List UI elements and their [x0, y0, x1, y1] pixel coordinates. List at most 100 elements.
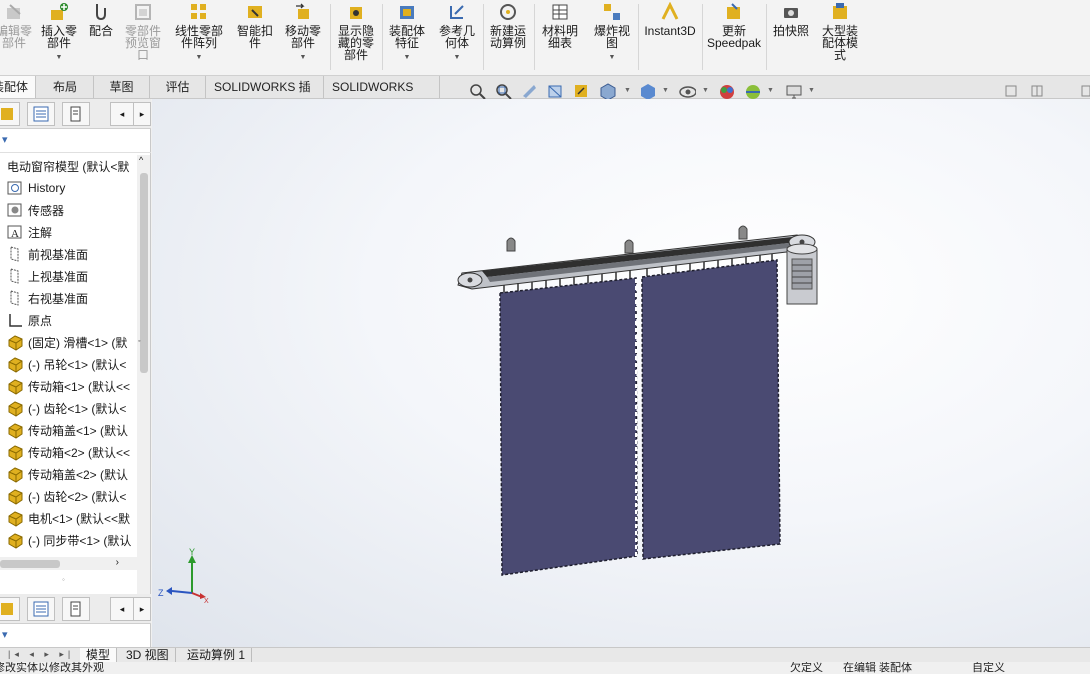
tab-3d-view[interactable]: 3D 视图: [120, 648, 176, 663]
chevron-down-icon[interactable]: ▼: [454, 52, 461, 64]
tree-item[interactable]: 前视基准面: [6, 243, 142, 265]
view-settings-icon[interactable]: [784, 82, 802, 100]
tree-horizontal-scrollbar[interactable]: ›: [0, 557, 137, 570]
chevron-down-icon[interactable]: ▼: [300, 52, 307, 64]
chevron-down-icon[interactable]: ▼: [196, 52, 203, 64]
tree-item[interactable]: 传动箱<2> (默认<<: [6, 441, 142, 463]
smart-fastener-icon: [245, 2, 265, 22]
scroll-up-icon[interactable]: ^: [139, 155, 143, 165]
status-units[interactable]: 自定义: [972, 662, 1005, 674]
new-motion-study-button[interactable]: 新建运 动算例: [485, 2, 531, 49]
dynamic-annotation-icon[interactable]: [572, 82, 590, 100]
assembly-features-button[interactable]: 装配体 特征 ▼: [384, 2, 430, 64]
tree-item[interactable]: 上视基准面: [6, 265, 142, 287]
reference-triad[interactable]: Y Z X: [158, 547, 209, 605]
tab-feature-manager-lower[interactable]: [0, 597, 20, 621]
tab-navigation-arrows[interactable]: |◂ ◂ ▸ ▸|: [8, 649, 74, 660]
splitter-handle-icon[interactable]: ◦: [62, 575, 65, 584]
tree-item[interactable]: A 注解: [6, 221, 142, 243]
tree-item[interactable]: 电机<1> (默认<<默: [6, 507, 142, 529]
hide-show-items-icon[interactable]: [678, 82, 696, 100]
component-preview-button[interactable]: 零部件 预览窗 口: [120, 2, 166, 61]
tree-item[interactable]: 右视基准面: [6, 287, 142, 309]
scroll-thumb[interactable]: [0, 560, 60, 568]
zoom-to-area-icon[interactable]: [494, 82, 512, 100]
chevron-down-icon[interactable]: ▼: [702, 87, 709, 94]
part-icon: [6, 509, 24, 527]
exploded-view-button[interactable]: 爆炸视 图 ▼: [589, 2, 635, 64]
model-view[interactable]: Y Z X: [152, 99, 1090, 647]
tree-item[interactable]: 传感器: [6, 199, 142, 221]
chevron-down-icon[interactable]: ▼: [624, 87, 631, 94]
tree-root[interactable]: 电动窗帘模型 (默认<默: [0, 155, 136, 177]
tree-vertical-scrollbar[interactable]: ^ ◦ v: [137, 155, 150, 609]
ribbon-label: 大型装 配体模 式: [821, 24, 858, 62]
tree-item[interactable]: 原点: [6, 309, 142, 331]
section-view-icon[interactable]: [546, 82, 564, 100]
tree-item[interactable]: (-) 吊轮<1> (默认<: [6, 353, 142, 375]
tab-layout[interactable]: 布局: [37, 76, 94, 98]
tree-item[interactable]: (-) 齿轮<2> (默认<: [6, 485, 142, 507]
tab-evaluate[interactable]: 评估: [150, 76, 206, 98]
tab-model[interactable]: 模型: [80, 648, 118, 663]
scroll-thumb[interactable]: [140, 173, 148, 373]
tab-assembly[interactable]: 装配体: [0, 76, 36, 98]
chevron-down-icon[interactable]: ▼: [808, 87, 815, 94]
chevron-down-icon[interactable]: ▼: [56, 52, 63, 64]
tab-solidworks-mbd[interactable]: SOLIDWORKS MBD: [324, 76, 440, 116]
tab-sketch[interactable]: 草图: [94, 76, 150, 98]
tree-item[interactable]: (固定) 滑槽<1> (默: [6, 331, 142, 353]
tree-filter-lower[interactable]: ▾: [0, 624, 151, 648]
show-hidden-components-button[interactable]: 显示隐 藏的零 部件: [333, 2, 379, 61]
bom-table-icon: [550, 2, 570, 22]
take-snapshot-button[interactable]: 拍快照: [768, 2, 814, 37]
smart-fasteners-button[interactable]: 智能扣 件: [233, 2, 277, 49]
mate-button[interactable]: 配合: [84, 2, 118, 37]
tree-item[interactable]: (-) 齿轮<1> (默认<: [6, 397, 142, 419]
graphics-area[interactable]: Y Z X: [152, 99, 1090, 647]
previous-view-icon[interactable]: [520, 82, 538, 100]
chevron-down-icon[interactable]: ▼: [404, 52, 411, 64]
display-style-icon[interactable]: [638, 82, 656, 100]
tab-scroll-left-button[interactable]: ◂: [110, 102, 134, 126]
reference-geometry-button[interactable]: 参考几 何体 ▼: [434, 2, 480, 64]
tab-scroll-right-button[interactable]: ▸: [133, 597, 151, 621]
tab-motion-study-1[interactable]: 运动算例 1: [181, 648, 253, 663]
move-component-button[interactable]: 移动零 部件 ▼: [281, 2, 325, 64]
insert-component-button[interactable]: 插入零 部件 ▼: [37, 2, 81, 64]
tab-scroll-right-button[interactable]: ▸: [133, 102, 151, 126]
panel-collapse-icon[interactable]: ◦: [138, 338, 140, 345]
tree-item[interactable]: (-) 同步带<1> (默认: [6, 529, 142, 551]
tab-configuration-manager[interactable]: [62, 102, 90, 126]
window-maximize-icon[interactable]: [1080, 82, 1090, 100]
large-assembly-mode-button[interactable]: 大型装 配体模 式: [816, 2, 864, 61]
tree-item[interactable]: 传动箱<1> (默认<<: [6, 375, 142, 397]
window-tile-icon[interactable]: [1030, 82, 1044, 100]
edit-appearance-icon[interactable]: [717, 82, 735, 100]
tree-filter[interactable]: ▾: [0, 129, 151, 153]
chevron-down-icon[interactable]: ▼: [662, 87, 669, 94]
tree-item[interactable]: History: [6, 177, 142, 199]
update-speedpak-button[interactable]: 更新 Speedpak: [704, 2, 764, 49]
tab-configuration-manager-lower[interactable]: [62, 597, 90, 621]
apply-scene-icon[interactable]: [743, 82, 761, 100]
filter-icon[interactable]: ▾: [2, 134, 8, 146]
instant3d-button[interactable]: Instant3D: [641, 1, 699, 37]
linear-pattern-button[interactable]: 线性零部 件阵列 ▼: [170, 2, 228, 64]
tab-scroll-left-button[interactable]: ◂: [110, 597, 134, 621]
zoom-to-fit-icon[interactable]: [468, 82, 486, 100]
window-restore-icon[interactable]: [1004, 82, 1018, 100]
tab-property-manager-lower[interactable]: [27, 597, 55, 621]
tree-item[interactable]: 传动箱盖<2> (默认: [6, 463, 142, 485]
tab-property-manager[interactable]: [27, 102, 55, 126]
chevron-down-icon[interactable]: ▼: [767, 87, 774, 94]
filter-icon[interactable]: ▾: [2, 629, 8, 641]
view-orientation-icon[interactable]: [598, 82, 616, 100]
chevron-down-icon[interactable]: ▼: [609, 52, 616, 64]
tab-feature-manager[interactable]: [0, 102, 20, 126]
tab-solidworks-addins[interactable]: SOLIDWORKS 插件: [206, 76, 324, 116]
bill-of-materials-button[interactable]: 材料明 细表: [537, 2, 583, 49]
edit-component-button[interactable]: 编辑零 部件: [0, 2, 36, 49]
tree-item[interactable]: 传动箱盖<1> (默认: [6, 419, 142, 441]
scroll-right-icon[interactable]: ›: [116, 557, 119, 568]
